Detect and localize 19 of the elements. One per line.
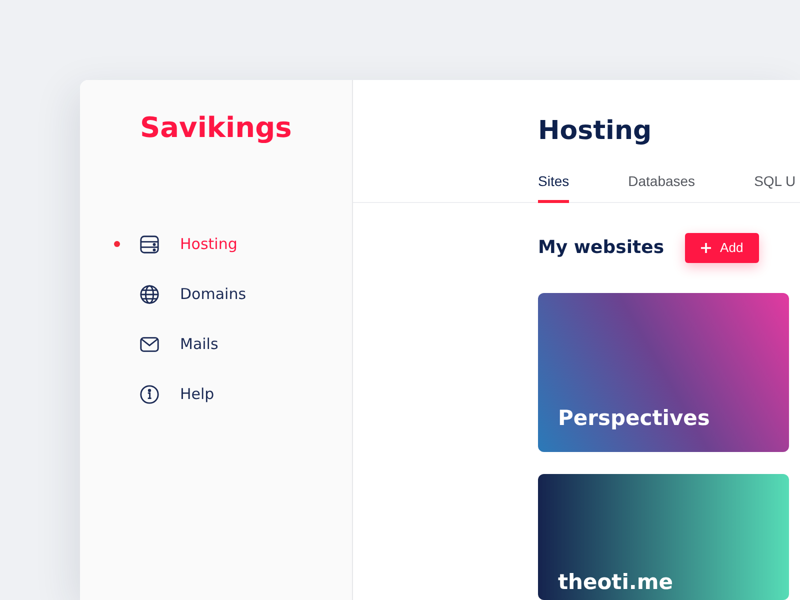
site-name: theoti.me [558,569,673,595]
plus-icon [701,243,712,253]
globe-icon [139,284,160,304]
add-button[interactable]: Add [685,233,760,263]
tab[interactable]: Databases [628,172,696,203]
info-icon [139,384,160,404]
site-card[interactable]: theoti.me [538,474,789,600]
server-icon [139,234,160,254]
page-title: Hosting [538,115,652,147]
tab[interactable]: Sites [538,172,570,203]
site-card[interactable]: Perspectives [538,293,789,452]
nav-item[interactable]: Help [139,384,214,404]
nav-item[interactable]: Domains [139,284,246,304]
site-name: Perspectives [558,405,710,431]
nav-item[interactable]: Mails [139,334,218,354]
nav-item[interactable]: Hosting [139,234,238,254]
logo-text: Savikings [140,111,292,145]
tab[interactable]: SQL U [754,172,796,203]
section-title: My websites [538,236,664,260]
